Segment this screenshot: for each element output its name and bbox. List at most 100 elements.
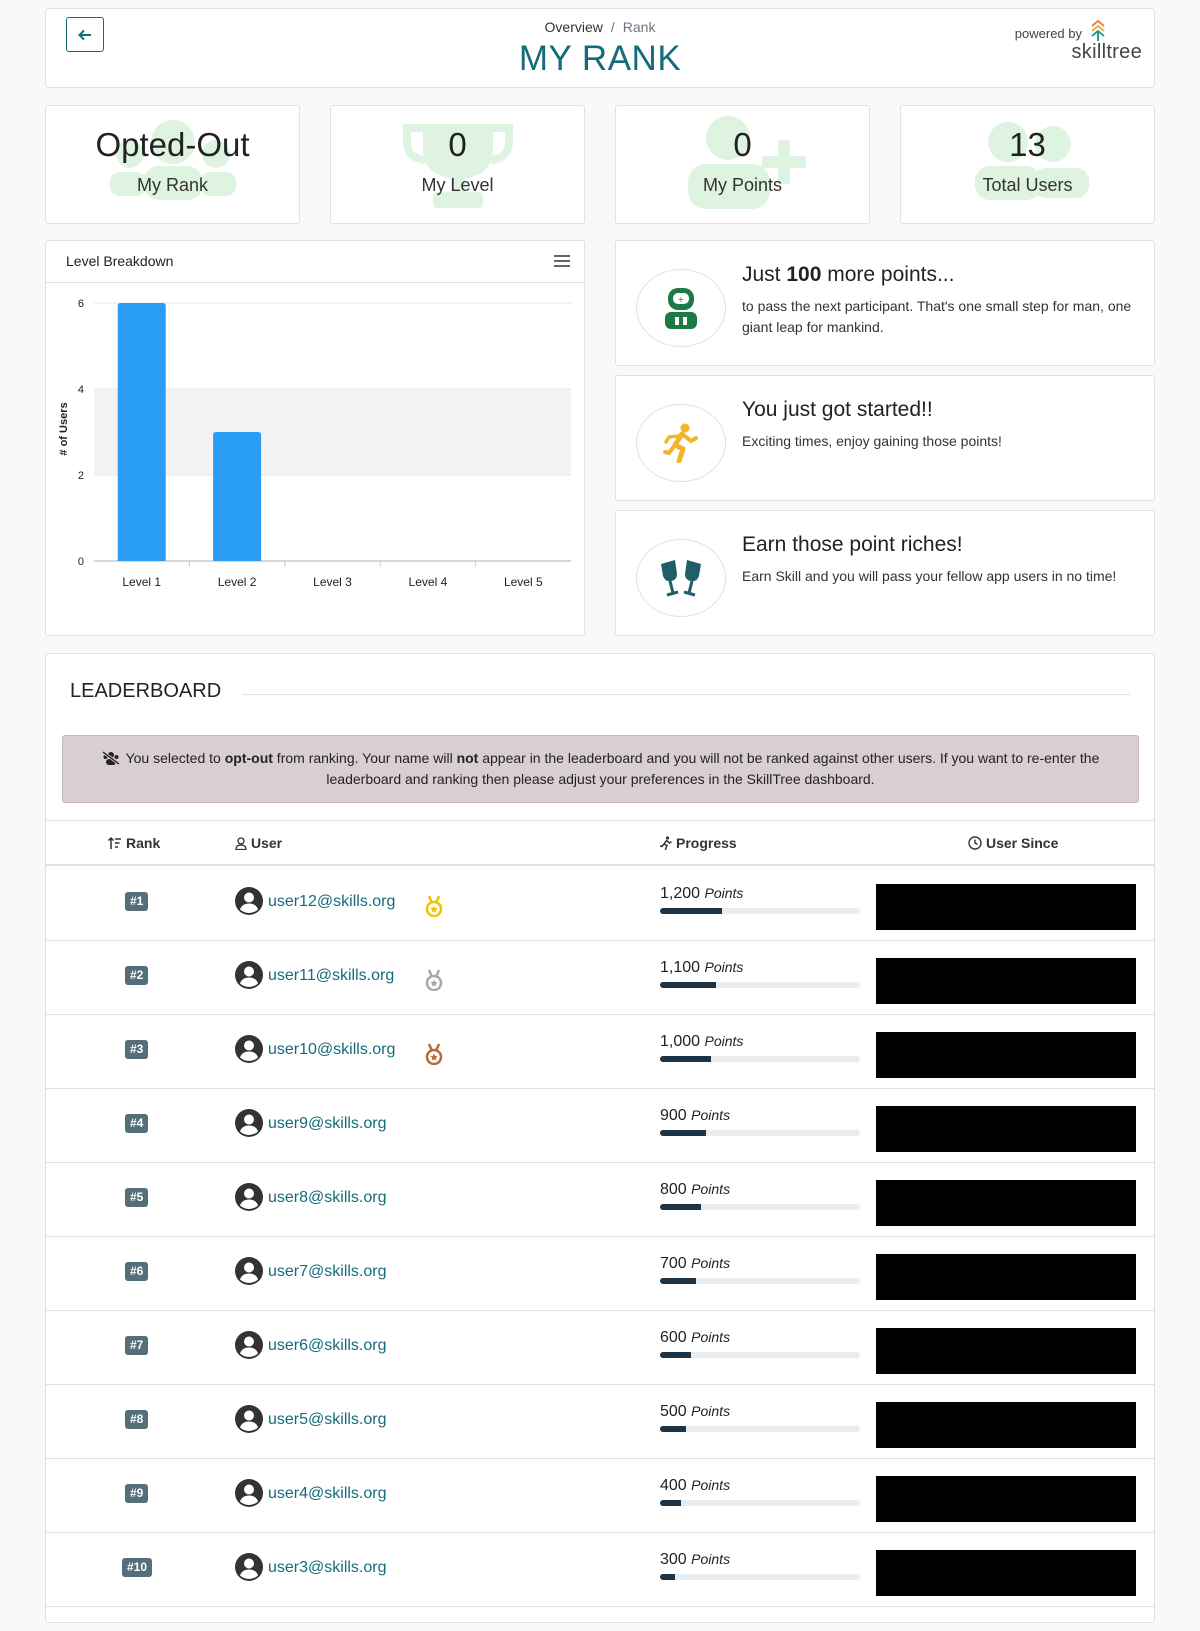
progress-bar-fill [660,1204,702,1210]
user-since-redacted [876,1328,1136,1374]
user-link[interactable]: user9@skills.org [268,1115,387,1133]
stat-label: Total Users [982,175,1073,195]
rank-badge: #10 [122,1558,153,1577]
column-header-progress[interactable]: Progress [660,835,737,851]
progress-bar [660,982,860,988]
points-unit: Points [691,1477,731,1493]
user-link[interactable]: user8@skills.org [268,1189,387,1207]
medal-icon [425,1043,442,1066]
alert-bold-not: not [456,750,479,766]
svg-text:+: + [678,295,685,304]
progress-bar [660,908,860,914]
progress-bar [660,1204,860,1210]
table-row: #3 user10@skills.org 1,000 Points [46,1015,1154,1089]
message-card-next-participant: + Just 100 more points... to pass the ne… [615,240,1155,366]
user-link[interactable]: user7@skills.org [268,1263,387,1281]
points-value: 500 Points [660,1403,730,1421]
points-value: 300 Points [660,1551,730,1569]
points-number: 400 [660,1477,687,1494]
opt-out-alert: You selected to opt-out from ranking. Yo… [62,735,1139,803]
message-text: Earn Skill and you will pass your fellow… [742,568,1117,584]
progress-bar [660,1352,860,1358]
progress-bar [660,1130,860,1136]
message-title: You just got started!! [742,398,933,421]
user-since-redacted [876,958,1136,1004]
message-text: to pass the next participant. That's one… [742,298,1132,335]
bar-level-2[interactable] [213,432,262,561]
user-avatar [235,1553,263,1586]
points-unit: Points [691,1107,731,1123]
user-avatar-icon [235,1109,263,1137]
user-icon [235,836,247,850]
user-avatar-icon [235,1257,263,1285]
table-row: #5 user8@skills.org 800 Points [46,1163,1154,1237]
breadcrumb-overview[interactable]: Overview [545,19,603,35]
progress-bar-fill [660,1426,686,1432]
column-header-user[interactable]: User [235,835,282,851]
user-since-redacted [876,1032,1136,1078]
user-avatar [235,961,263,994]
divider [242,694,1130,695]
chart-header: Level Breakdown [46,241,584,283]
y-tick-label: 4 [78,384,84,396]
points-unit: Points [691,1255,731,1271]
points-unit: Points [704,885,744,901]
user-link[interactable]: user3@skills.org [268,1559,387,1577]
points-number: 1,100 [660,959,701,976]
medal-gold [425,895,443,922]
stat-label: My Level [421,175,494,195]
message-title-points: 100 [786,263,822,286]
column-header-user-since[interactable]: User Since [968,835,1058,851]
powered-by-text: powered by [1014,26,1082,41]
user-since-redacted [876,1476,1136,1522]
message-card-started: You just got started!! Exciting times, e… [615,375,1155,501]
progress-bar-fill [660,1352,691,1358]
user-link[interactable]: user4@skills.org [268,1485,387,1503]
stat-card-my-rank: Opted-Out My Rank [45,105,300,224]
alert-bold-opt-out: opt-out [224,750,273,766]
stat-label: My Rank [136,175,208,195]
user-since-redacted [876,1180,1136,1226]
powered-by-logo[interactable]: powered by skilltree [1015,19,1142,63]
column-header-rank-label: Rank [126,835,161,851]
progress-bar [660,1500,860,1506]
medal-icon [425,895,442,918]
user-since-redacted [876,1254,1136,1300]
column-header-rank[interactable]: Rank [108,835,160,851]
user-link[interactable]: user12@skills.org [268,893,395,911]
message-title-pre: Just [742,263,787,286]
message-title: Earn those point riches! [742,533,963,556]
stat-card-my-level: 0 My Level [330,105,585,224]
running-icon [660,836,672,850]
user-link[interactable]: user5@skills.org [268,1411,387,1429]
menu-icon[interactable] [554,255,570,267]
brand-name: skilltree [1071,41,1142,63]
x-tick-label: Level 2 [218,575,257,589]
rank-badge: #7 [125,1336,149,1355]
user-avatar [235,1257,263,1290]
user-link[interactable]: user10@skills.org [268,1041,395,1059]
rank-badge: #9 [125,1484,149,1503]
rank-badge: #2 [125,966,149,985]
user-avatar-icon [235,1183,263,1211]
points-unit: Points [691,1551,731,1567]
x-tick-label: Level 5 [504,575,543,589]
astronaut-icon: + [665,288,697,329]
user-since-redacted [876,884,1136,930]
message-card-riches: Earn those point riches! Earn Skill and … [615,510,1155,636]
page-title: MY RANK [518,39,682,78]
progress-bar-fill [660,1500,681,1506]
user-link[interactable]: user6@skills.org [268,1337,387,1355]
y-tick-label: 2 [78,470,84,482]
points-value: 600 Points [660,1329,730,1347]
points-number: 700 [660,1255,687,1272]
medal-icon [425,969,442,992]
rank-badge: #5 [125,1188,149,1207]
bar-level-1[interactable] [117,303,166,561]
stat-value: Opted-Out [95,126,250,163]
leaderboard-title: LEADERBOARD [70,680,222,702]
user-link[interactable]: user11@skills.org [268,967,394,985]
points-unit: Points [704,1033,744,1049]
sort-icon [108,836,121,849]
table-row: #7 user6@skills.org 600 Points [46,1311,1154,1385]
